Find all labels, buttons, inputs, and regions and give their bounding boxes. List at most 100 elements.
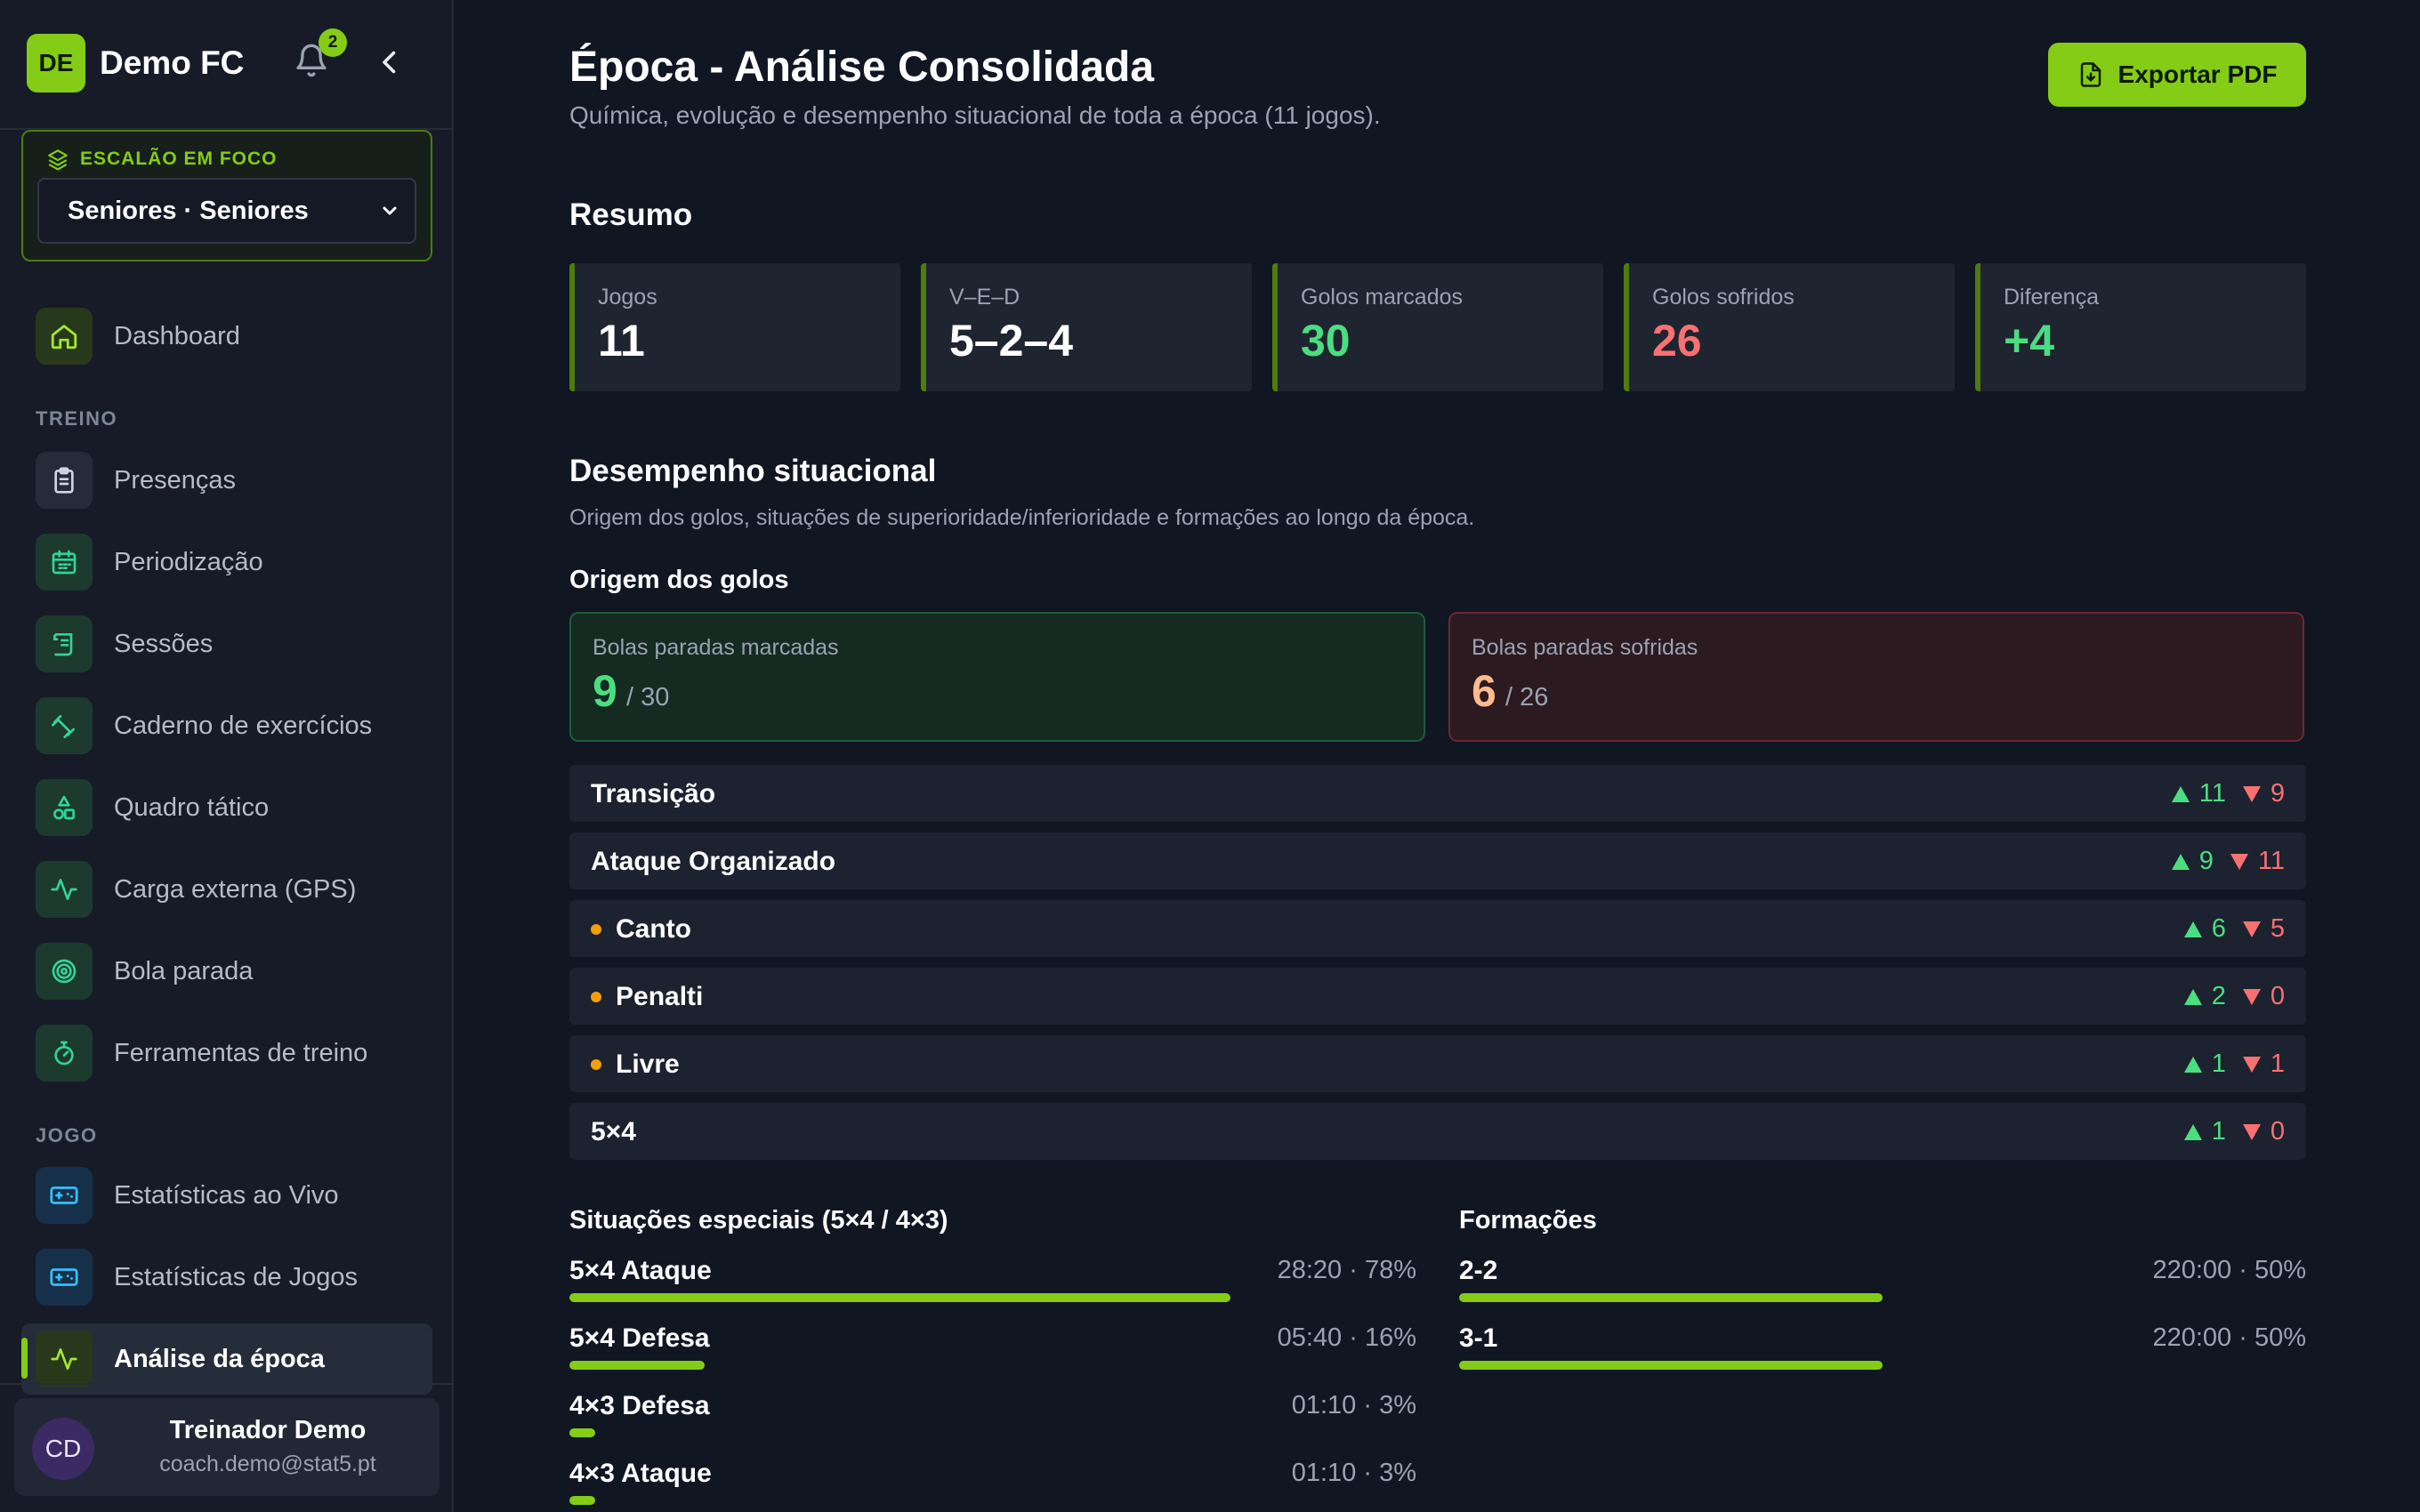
goals-conceded: 5: [2270, 914, 2285, 943]
notification-badge: 2: [319, 28, 347, 57]
origin-title: Origem dos golos: [569, 566, 789, 594]
card-label: Bolas paradas marcadas: [593, 635, 839, 660]
stat-value: 30: [1301, 316, 1351, 366]
nav-label: Dashboard: [114, 321, 240, 350]
section-jogo: JOGO: [36, 1124, 98, 1146]
goals-scored: 1: [2211, 1117, 2226, 1146]
triangle-up-icon: [2171, 785, 2190, 802]
nav-label: Ferramentas de treino: [114, 1038, 368, 1067]
nav-ferramentas-treino[interactable]: Ferramentas de treino: [21, 1017, 432, 1089]
goals-conceded: 9: [2270, 779, 2285, 808]
triangle-up-icon: [2171, 853, 2190, 870]
bar-fill: [1459, 1361, 1883, 1370]
bar-label: 3-1: [1459, 1323, 1498, 1353]
triangle-up-icon: [2183, 1123, 2202, 1140]
nav-label: Sessões: [114, 629, 214, 658]
card-label: Bolas paradas sofridas: [1472, 635, 1698, 660]
card-total: / 30: [626, 683, 670, 712]
row-label: Transição: [591, 779, 716, 808]
page-title: Época - Análise Consolidada: [569, 44, 1155, 91]
shapes-icon: [53, 795, 75, 820]
origin-row-livre: Livre 1 1: [569, 1035, 2306, 1092]
card-value: 9: [593, 666, 617, 716]
triangle-down-icon: [2242, 1056, 2261, 1073]
export-pdf-button[interactable]: Exportar PDF: [2048, 43, 2306, 107]
stat-card-golos-sofridos: Golos sofridos 26: [1624, 263, 1955, 391]
dumbbell-icon: [52, 715, 75, 738]
special-row-4x3-defesa: 4×3 Defesa 01:10 · 3%: [569, 1391, 1416, 1459]
active-indicator: [21, 1338, 28, 1379]
triangle-down-icon: [2242, 785, 2261, 802]
situational-subtitle: Origem dos golos, situações de superiori…: [569, 505, 1475, 530]
nav-estatisticas-ao-vivo[interactable]: Estatísticas ao Vivo: [21, 1160, 432, 1231]
bar-fill: [1459, 1293, 1883, 1302]
activity-icon: [51, 879, 77, 900]
brand[interactable]: DE Demo FC: [27, 34, 244, 92]
bar-value: 01:10 · 3%: [1291, 1459, 1416, 1487]
file-download-icon: [2080, 62, 2101, 87]
bar-value: 220:00 · 50%: [2152, 1256, 2306, 1284]
goals-conceded: 11: [2257, 847, 2285, 875]
nav-bola-parada[interactable]: Bola parada: [21, 936, 432, 1007]
notifications-button[interactable]: 2: [294, 28, 347, 85]
stat-value: 11: [598, 316, 645, 366]
formation-row-2-2: 2-2 220:00 · 50%: [1459, 1256, 2306, 1323]
layers-icon: [48, 149, 68, 171]
user-card[interactable]: CD Treinador Demo coach.demo@stat5.pt: [14, 1398, 440, 1496]
special-row-5x4-defesa: 5×4 Defesa 05:40 · 16%: [569, 1323, 1416, 1391]
stat-value: +4: [2004, 316, 2055, 366]
card-total: / 26: [1505, 683, 1549, 712]
triangle-up-icon: [2183, 988, 2202, 1005]
page-subtitle: Química, evolução e desempenho situacion…: [569, 101, 1381, 129]
brand-name: Demo FC: [100, 44, 245, 81]
stat-label: Golos sofridos: [1652, 285, 1795, 310]
nav-carga-externa[interactable]: Carga externa (GPS): [21, 854, 432, 925]
nav-label: Estatísticas de Jogos: [114, 1262, 359, 1291]
nav-periodizacao[interactable]: Periodização: [21, 527, 432, 598]
goals-scored: 2: [2211, 982, 2226, 1010]
bar-label: 4×3 Ataque: [569, 1459, 712, 1488]
triangle-up-icon: [2183, 1056, 2202, 1073]
nav-label: Caderno de exercícios: [114, 711, 373, 740]
set-pieces-conceded-card: Bolas paradas sofridas 6 / 26: [1448, 612, 2304, 742]
triangle-down-icon: [2230, 853, 2248, 870]
triangle-down-icon: [2242, 921, 2261, 937]
brand-logo: DE: [27, 34, 85, 92]
nav-sessoes[interactable]: Sessões: [21, 608, 432, 680]
stat-card-ved: V–E–D 5–2–4: [921, 263, 1252, 391]
nav-estatisticas-jogos[interactable]: Estatísticas de Jogos: [21, 1242, 432, 1313]
stat-value: 5–2–4: [949, 316, 1074, 366]
row-label: Penalti: [616, 982, 704, 1011]
home-icon: [51, 325, 77, 350]
bar-value: 01:10 · 3%: [1291, 1391, 1416, 1420]
bar-label: 2-2: [1459, 1256, 1498, 1285]
nav-caderno-exercicios[interactable]: Caderno de exercícios: [21, 690, 432, 761]
target-icon: [52, 959, 77, 984]
stat-card-diferenca: Diferença +4: [1975, 263, 2306, 391]
bar-value: 28:20 · 78%: [1277, 1256, 1416, 1284]
stat-label: V–E–D: [949, 285, 1020, 310]
nav-quadro-tatico[interactable]: Quadro tático: [21, 772, 432, 843]
nav-label: Estatísticas ao Vivo: [114, 1180, 339, 1210]
nav-presencas[interactable]: Presenças: [21, 445, 432, 516]
bullet-dot: [591, 924, 601, 935]
nav-dashboard[interactable]: Dashboard: [21, 301, 432, 372]
triangle-down-icon: [2242, 1123, 2261, 1140]
origin-row-canto: Canto 6 5: [569, 900, 2306, 957]
user-name: Treinador Demo: [169, 1416, 367, 1444]
row-label: 5×4: [591, 1117, 636, 1146]
set-pieces-scored-card: Bolas paradas marcadas 9 / 30: [569, 612, 1425, 742]
collapse-sidebar-button[interactable]: [374, 44, 409, 80]
chevron-down-icon: [383, 206, 397, 215]
origin-row-5x4: 5×4 1 0: [569, 1103, 2306, 1160]
bar-fill: [569, 1293, 1230, 1302]
team-select-value: Seniores · Seniores: [68, 196, 309, 225]
stat-label: Golos marcados: [1301, 285, 1464, 310]
bar-label: 4×3 Defesa: [569, 1391, 710, 1420]
sidebar: DE Demo FC 2 ESCALÃO EM FOCO Seniores · …: [0, 0, 454, 1512]
nav-label: Presenças: [114, 465, 237, 495]
bar-fill: [569, 1428, 595, 1437]
team-select[interactable]: Seniores · Seniores: [37, 178, 416, 244]
avatar: CD: [32, 1418, 94, 1480]
bar-fill: [569, 1496, 595, 1505]
